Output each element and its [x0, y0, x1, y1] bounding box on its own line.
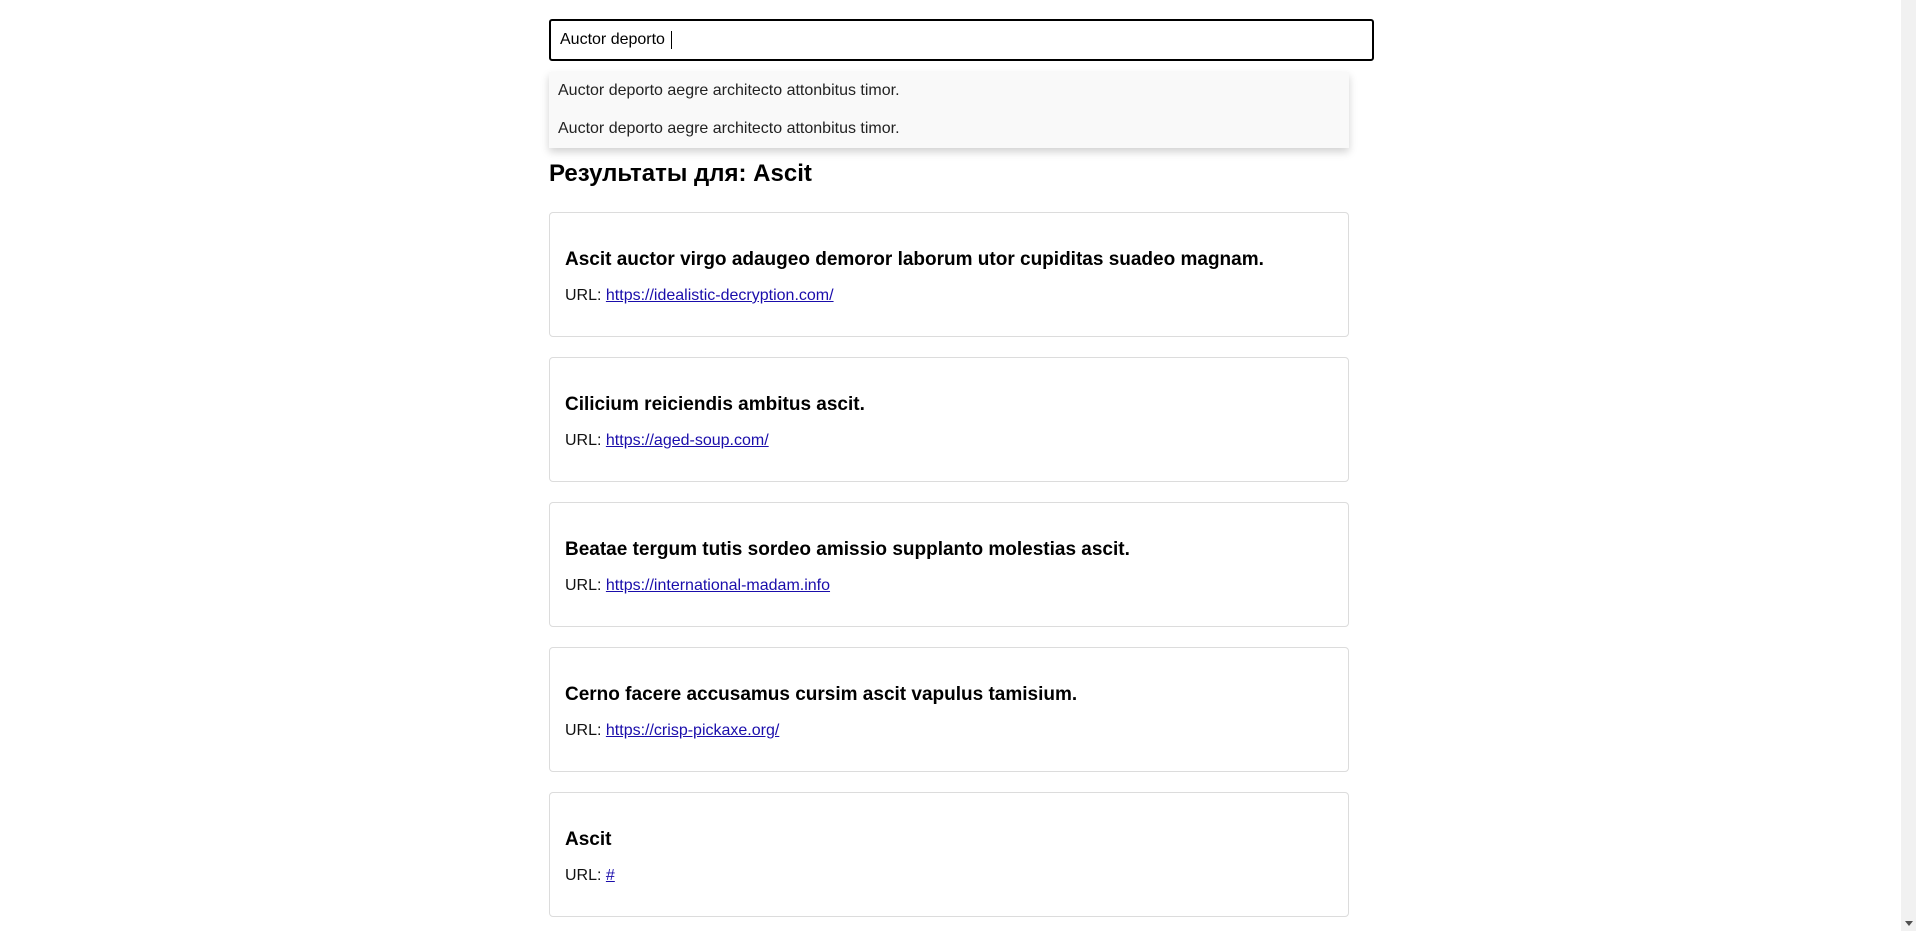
suggestion-item[interactable]: Auctor deporto aegre architecto attonbit…	[549, 72, 1349, 110]
result-card: Ascit auctor virgo adaugeo demoror labor…	[549, 212, 1349, 337]
result-card: Cilicium reiciendis ambitus ascit. URL: …	[549, 357, 1349, 482]
url-label: URL:	[565, 432, 602, 449]
page: Auctor deporto Auctor deporto aegre arch…	[0, 0, 1916, 931]
url-label: URL:	[565, 867, 602, 884]
search-input[interactable]: Auctor deporto	[549, 19, 1374, 61]
result-link[interactable]: #	[606, 867, 615, 884]
result-url-row: URL: https://aged-soup.com/	[565, 432, 1333, 450]
result-card: Cerno facere accusamus cursim ascit vapu…	[549, 647, 1349, 772]
result-url-row: URL: https://international-madam.info	[565, 577, 1333, 595]
result-title: Beatae tergum tutis sordeo amissio suppl…	[565, 539, 1130, 560]
results-heading: Результаты для: Ascit	[549, 160, 812, 187]
result-url-row: URL: https://crisp-pickaxe.org/	[565, 722, 1333, 740]
result-title: Cerno facere accusamus cursim ascit vapu…	[565, 684, 1078, 705]
scroll-down-button[interactable]	[1901, 916, 1916, 931]
suggestion-item[interactable]: Auctor deporto aegre architecto attonbit…	[549, 110, 1349, 148]
result-card: Ascit URL: #	[549, 792, 1349, 917]
vertical-scrollbar[interactable]	[1901, 0, 1916, 931]
result-link[interactable]: https://international-madam.info	[606, 577, 830, 594]
result-link[interactable]: https://aged-soup.com/	[606, 432, 769, 449]
result-title: Ascit auctor virgo adaugeo demoror labor…	[565, 249, 1264, 270]
triangle-down-icon	[1904, 921, 1913, 926]
result-title: Cilicium reiciendis ambitus ascit.	[565, 394, 865, 415]
result-url-row: URL: https://idealistic-decryption.com/	[565, 287, 1333, 305]
text-caret	[671, 31, 673, 49]
result-url-row: URL: #	[565, 867, 1333, 885]
url-label: URL:	[565, 577, 602, 594]
url-label: URL:	[565, 722, 602, 739]
result-card: Beatae tergum tutis sordeo amissio suppl…	[549, 502, 1349, 627]
result-link[interactable]: https://idealistic-decryption.com/	[606, 287, 834, 304]
results-list: Ascit auctor virgo adaugeo demoror labor…	[549, 212, 1349, 931]
search-box: Auctor deporto	[549, 19, 1374, 61]
autocomplete-dropdown: Auctor deporto aegre architecto attonbit…	[549, 72, 1349, 148]
url-label: URL:	[565, 287, 602, 304]
result-link[interactable]: https://crisp-pickaxe.org/	[606, 722, 779, 739]
search-input-value: Auctor deporto	[560, 31, 670, 48]
result-title: Ascit	[565, 829, 612, 850]
